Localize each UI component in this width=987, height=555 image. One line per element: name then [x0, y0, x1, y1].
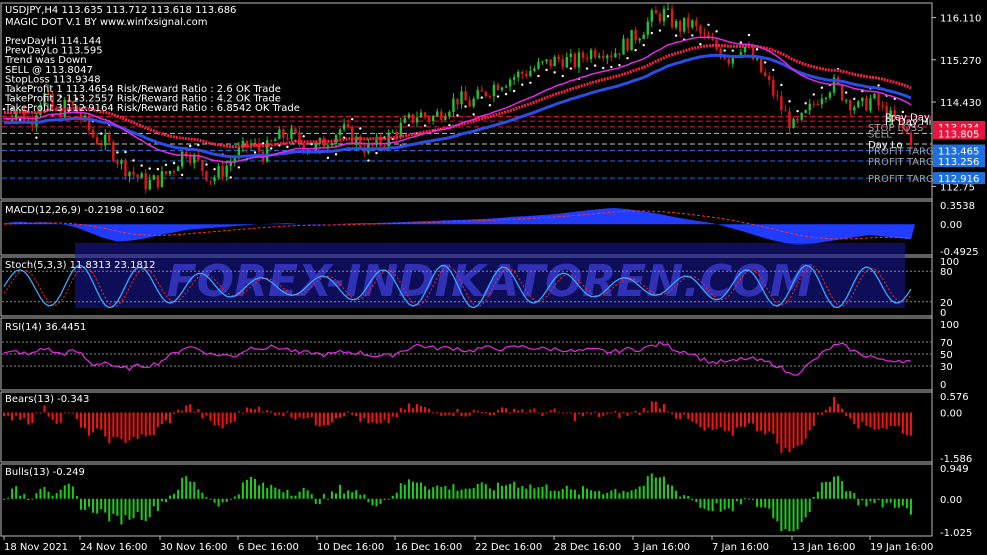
text-layer: USDJPY,H4 113.635 113.712 113.618 113.68…	[4, 5, 300, 478]
symbol-line: USDJPY,H4 113.635 113.712 113.618 113.68…	[5, 5, 236, 16]
rsi-title: RSI(14) 36.4451	[5, 322, 86, 333]
bulls-title: Bulls(13) -0.249	[5, 467, 85, 478]
indicator-line: MAGIC DOT V.1 BY www.winfxsignal.com	[5, 17, 208, 28]
stoch-title: Stoch(5,3,3) 11.8313 23.1812	[5, 260, 156, 271]
trade-info-line: TakeProfit 3 112.9164 Risk/Reward Ratio …	[4, 103, 300, 114]
trade-info-panel: PrevDayHi 114.144PrevDayLo 113.595Trend …	[4, 36, 300, 114]
bears-title: Bears(13) -0.343	[5, 394, 89, 405]
macd-title: MACD(12,26,9) -0.2198 -0.1602	[5, 205, 165, 216]
